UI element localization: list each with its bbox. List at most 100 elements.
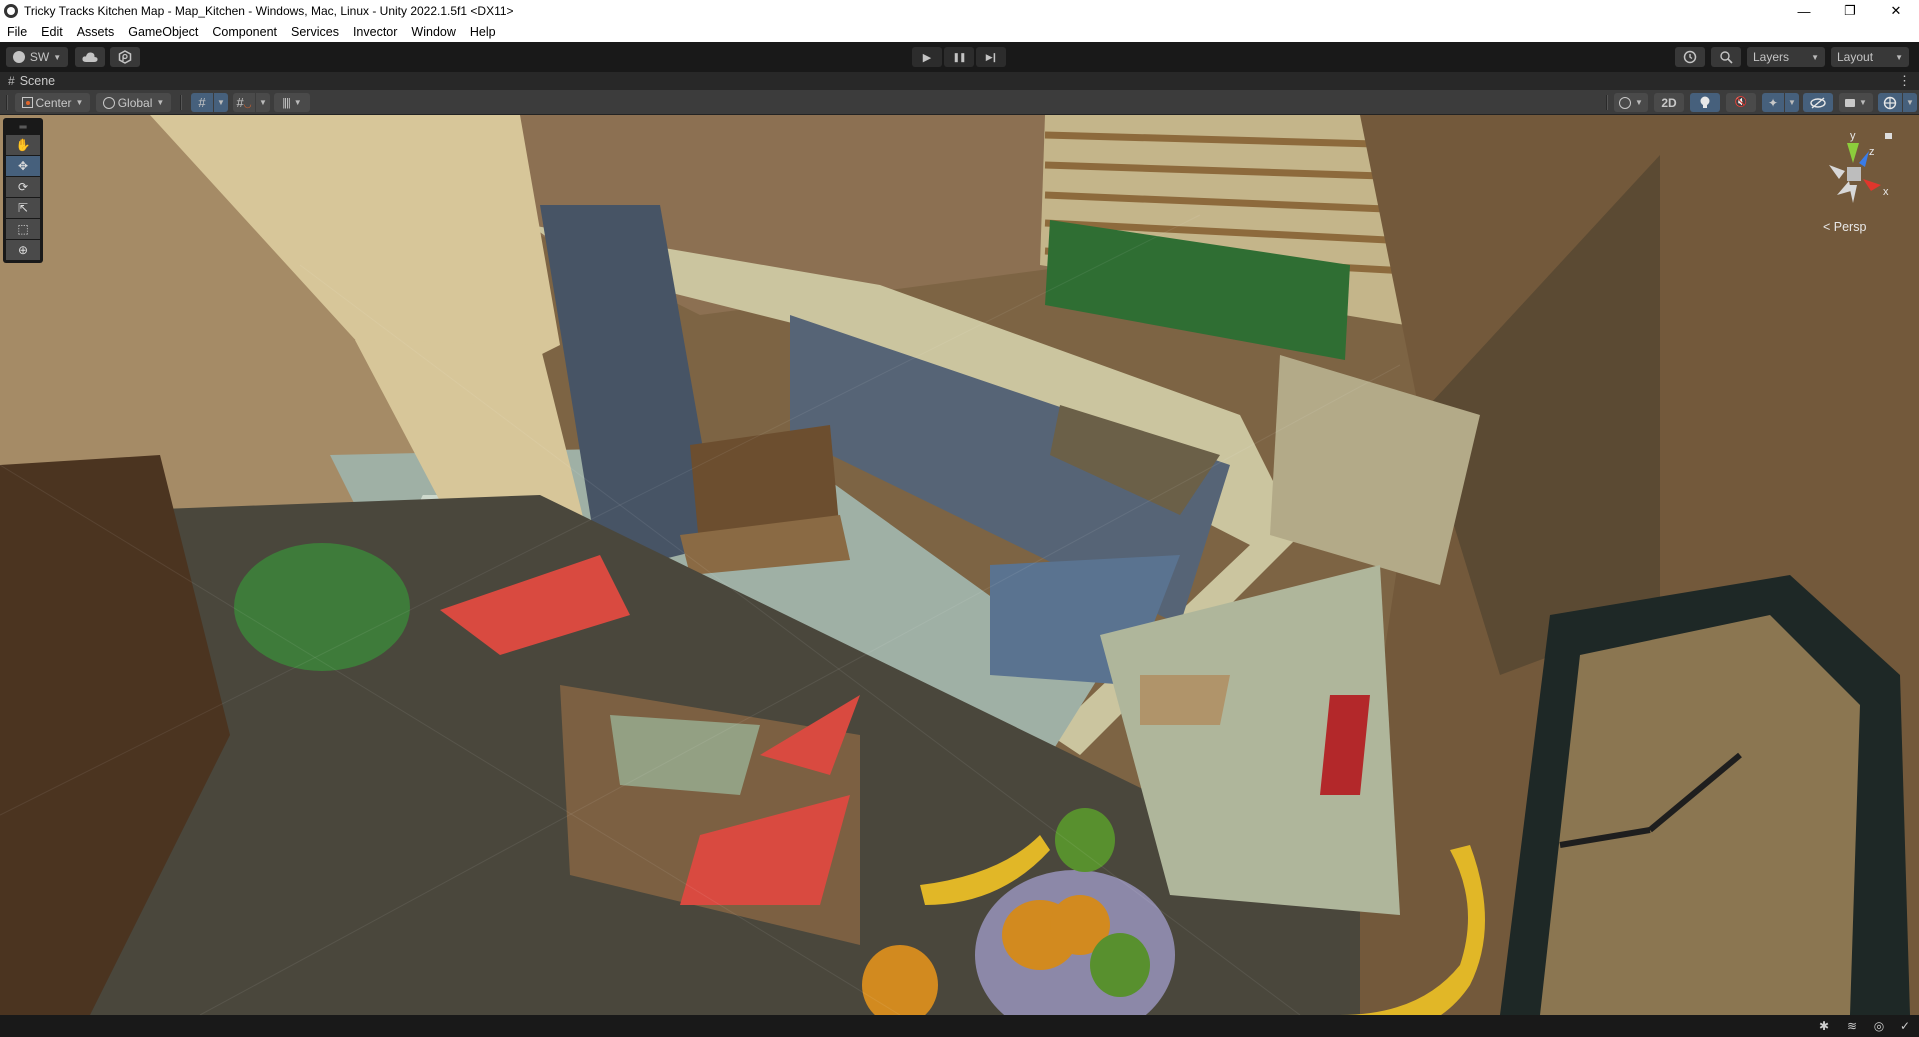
axis-neg-z-cone (1837, 181, 1851, 195)
transform-tool[interactable]: ⊕ (6, 240, 40, 260)
pause-icon: ❚❚ (952, 51, 966, 62)
account-label: SW (29, 50, 50, 64)
camera-icon (1845, 98, 1856, 107)
menu-assets[interactable]: Assets (70, 25, 122, 39)
camera-dropdown[interactable]: ▼ (1839, 93, 1873, 112)
axis-neg-y-cone (1849, 185, 1857, 203)
undo-history-button[interactable] (1675, 47, 1705, 67)
increment-snap-toggle[interactable]: #◡ (233, 93, 255, 112)
scene-tab-label: Scene (19, 74, 56, 88)
rotate-tool[interactable]: ⟳ (6, 177, 40, 197)
step-button[interactable]: ▶❙ (976, 47, 1006, 67)
transform-icon: ⊕ (17, 243, 29, 257)
axis-neg-x-cone (1829, 165, 1845, 179)
restore-button[interactable]: ❐ (1827, 0, 1873, 22)
audio-toggle[interactable]: 🔇 (1726, 93, 1756, 112)
globe-icon (102, 96, 115, 109)
progress-check-icon[interactable]: ✓ (1896, 1018, 1914, 1034)
projection-toggle[interactable]: < Persp (1823, 220, 1866, 234)
orientation-gizmo[interactable]: y z x < Persp (1809, 125, 1899, 235)
green-apple-2 (1055, 808, 1115, 872)
menu-help[interactable]: Help (463, 25, 503, 39)
axis-z-cone (1859, 151, 1869, 167)
axis-z-label: z (1869, 146, 1875, 158)
ruler-dropdown[interactable]: |||| ▼ (274, 93, 310, 112)
scene-visibility-toggle[interactable] (1803, 93, 1833, 112)
pivot-icon (21, 97, 33, 108)
account-icon (12, 51, 25, 63)
account-dropdown[interactable]: SW ▼ (6, 47, 68, 67)
menu-window[interactable]: Window (404, 25, 462, 39)
move-tool[interactable]: ✥ (6, 156, 40, 176)
layers-dropdown[interactable]: Layers ▼ (1747, 47, 1825, 67)
close-button[interactable]: ✕ (1873, 0, 1919, 22)
more-options-icon[interactable]: ⋮ (1898, 73, 1911, 89)
search-button[interactable] (1711, 47, 1741, 67)
undo-history-icon (1683, 50, 1697, 64)
auto-generate-lighting-icon[interactable]: ◎ (1870, 1018, 1888, 1034)
menu-file[interactable]: File (0, 25, 34, 39)
palette-grip-icon[interactable]: ═ (6, 120, 40, 134)
chevron-down-icon: ▼ (259, 98, 267, 107)
draw-mode-dropdown[interactable]: ▼ (1614, 93, 1648, 112)
rotate-icon: ⟳ (17, 180, 29, 194)
chevron-down-icon: ▼ (1895, 52, 1903, 62)
menu-component[interactable]: Component (205, 25, 284, 39)
chevron-down-icon: ▼ (1811, 52, 1819, 62)
effects-toggle[interactable]: ✦ (1762, 93, 1784, 112)
effects-dropdown[interactable]: ▼ (1785, 93, 1799, 112)
scale-tool[interactable]: ⇱ (6, 198, 40, 218)
mode-2d-toggle[interactable]: 2D (1654, 93, 1684, 112)
increment-snap-dropdown[interactable]: ▼ (256, 93, 270, 112)
toast-plate (1140, 675, 1230, 725)
pivot-rotation-dropdown[interactable]: Global ▼ (96, 93, 171, 112)
menu-services[interactable]: Services (284, 25, 346, 39)
debug-icon[interactable]: ✱ (1815, 1018, 1833, 1034)
chevron-down-icon: ▼ (293, 98, 302, 107)
axis-y-cone (1847, 143, 1859, 163)
effects-icon: ✦ (1767, 95, 1779, 110)
plastic-scm-icon (118, 50, 132, 64)
chevron-down-icon: ▼ (75, 98, 84, 107)
wall-clock-face (1540, 615, 1860, 1015)
pause-button[interactable]: ❚❚ (944, 47, 974, 67)
grid-snap-toggle[interactable]: # (191, 93, 213, 112)
toolbar-separator (180, 95, 182, 110)
pivot-mode-dropdown[interactable]: Center ▼ (15, 93, 90, 112)
rect-tool[interactable]: ⬚ (6, 219, 40, 239)
lighting-toggle[interactable] (1690, 93, 1720, 112)
scene-viewport[interactable]: ═ ✋ ✥ ⟳ ⇱ ⬚ ⊕ y z x < Persp (0, 115, 1919, 1015)
scene-tab-icon: # (8, 74, 15, 88)
toolbar-grip[interactable] (6, 95, 8, 110)
lock-icon (1885, 133, 1892, 139)
gizmos-icon (1883, 96, 1897, 109)
grid-snap-dropdown[interactable]: ▼ (214, 93, 228, 112)
layout-dropdown[interactable]: Layout ▼ (1831, 47, 1909, 67)
cloud-button[interactable] (75, 47, 105, 67)
scene-toolbar: Center ▼ Global ▼ # ▼ #◡ ▼ |||| ▼ ▼ 2D 🔇… (0, 90, 1919, 115)
play-icon: ▶ (922, 51, 932, 64)
chevron-down-icon: ▼ (53, 52, 62, 62)
menu-invector[interactable]: Invector (346, 25, 404, 39)
watermelon (234, 543, 410, 671)
space-label: Global (117, 95, 153, 110)
gizmos-dropdown[interactable]: ▼ (1903, 93, 1917, 112)
layers-label: Layers (1753, 50, 1790, 64)
plastic-scm-button[interactable] (110, 47, 140, 67)
menu-edit[interactable]: Edit (34, 25, 70, 39)
scale-icon: ⇱ (17, 201, 29, 215)
tool-palette: ═ ✋ ✥ ⟳ ⇱ ⬚ ⊕ (3, 118, 43, 263)
minimize-button[interactable]: — (1781, 0, 1827, 22)
grid-snap-icon: # (198, 95, 206, 110)
hand-tool[interactable]: ✋ (6, 135, 40, 155)
play-button[interactable]: ▶ (912, 47, 942, 67)
ruler-icon: |||| (282, 96, 291, 109)
chevron-down-icon: ▼ (1906, 98, 1914, 107)
scene-tab[interactable]: # Scene ⋮ (0, 72, 1919, 90)
hand-icon: ✋ (15, 138, 31, 152)
gizmos-toggle[interactable] (1878, 93, 1902, 112)
cache-server-icon[interactable]: ≋ (1843, 1018, 1861, 1034)
step-icon: ▶❙ (985, 51, 999, 62)
menu-gameobject[interactable]: GameObject (121, 25, 205, 39)
gizmo-center-cube (1847, 167, 1861, 181)
